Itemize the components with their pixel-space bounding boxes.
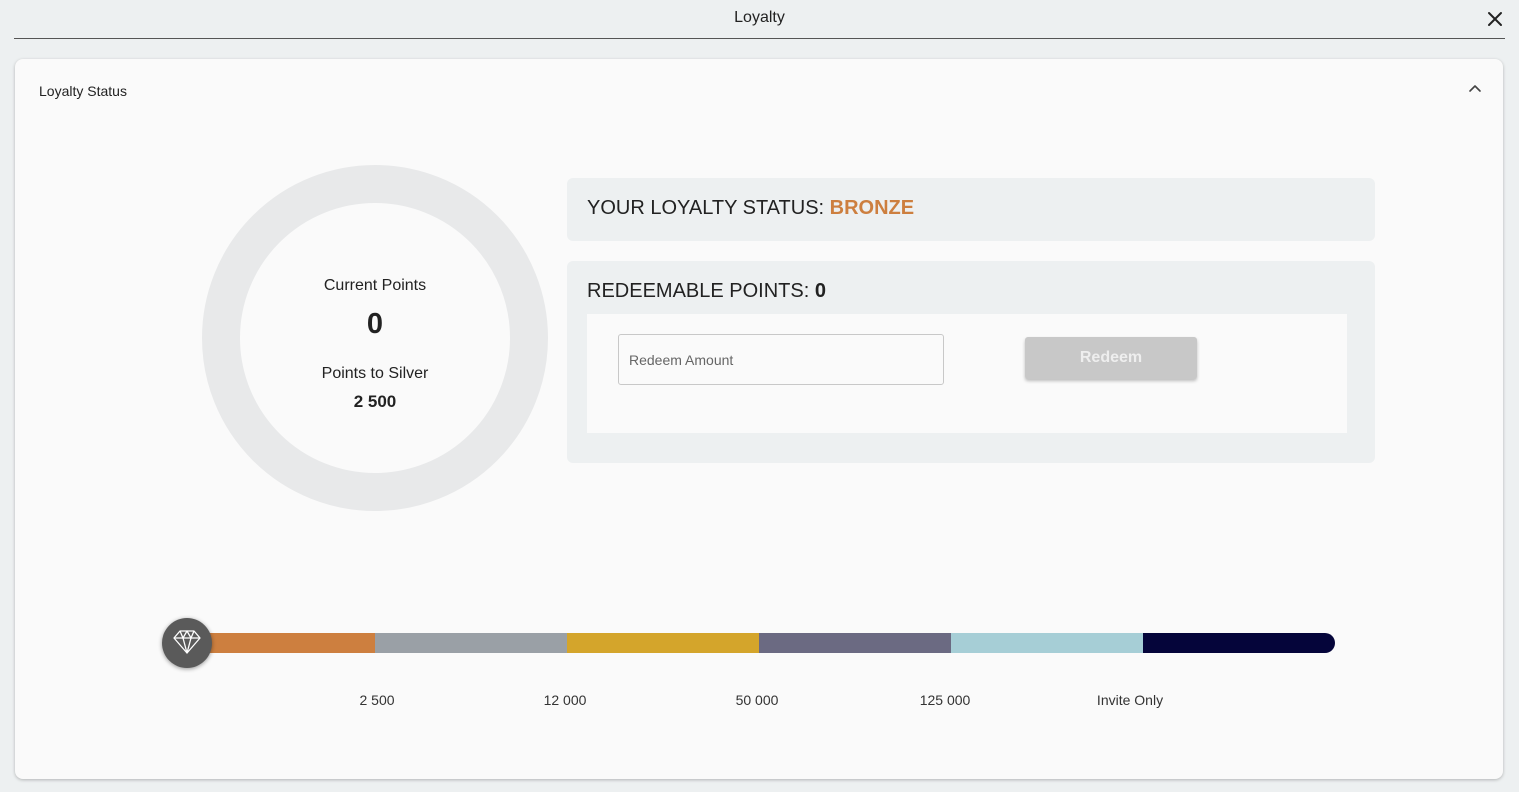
tier-threshold-label: 2 500 [359,692,395,708]
tier-segment [1143,633,1335,653]
points-to-next-tier-label: Points to Silver [321,365,429,382]
dialog-title: Loyalty [734,9,785,26]
redeem-form: Redeem [587,314,1347,433]
diamond-icon [169,623,205,664]
panel-title: Loyalty Status [39,83,127,99]
tier-segment [759,633,951,653]
tier-threshold-label: Invite Only [1096,692,1164,708]
tier-segment [567,633,759,653]
redeemable-points-prefix: REDEEMABLE POINTS: [587,280,815,302]
redeemable-points-value: 0 [814,280,826,302]
loyalty-tier-name: BRONZE [829,197,915,219]
redeem-box: REDEEMABLE POINTS: 0 Redeem [567,261,1375,463]
loyalty-status-panel: Loyalty Status Current Points 0 Points t… [15,59,1503,779]
redeem-amount-input[interactable] [618,334,944,385]
tier-progress-bar [197,633,1335,653]
dialog-header: Loyalty [14,0,1505,39]
tier-segment [375,633,567,653]
current-points-label: Current Points [323,277,427,294]
redeemable-points-heading: REDEEMABLE POINTS: 0 [587,280,826,303]
points-to-next-tier-value: 2 500 [353,392,397,411]
tier-threshold-label: 125 000 [919,692,971,708]
current-tier-marker [162,618,212,668]
close-icon[interactable] [1485,9,1505,29]
chevron-up-icon[interactable] [1467,81,1483,97]
tier-segment [197,633,375,653]
redeem-button[interactable]: Redeem [1025,337,1197,379]
current-points-value: 0 [366,308,384,340]
loyalty-status-box: YOUR LOYALTY STATUS: BRONZE [567,178,1375,241]
tier-threshold-label: 50 000 [735,692,779,708]
tier-segment [951,633,1143,653]
tier-threshold-label: 12 000 [543,692,587,708]
loyalty-status-text: YOUR LOYALTY STATUS: BRONZE [587,197,914,220]
loyalty-status-prefix: YOUR LOYALTY STATUS: [587,197,830,219]
